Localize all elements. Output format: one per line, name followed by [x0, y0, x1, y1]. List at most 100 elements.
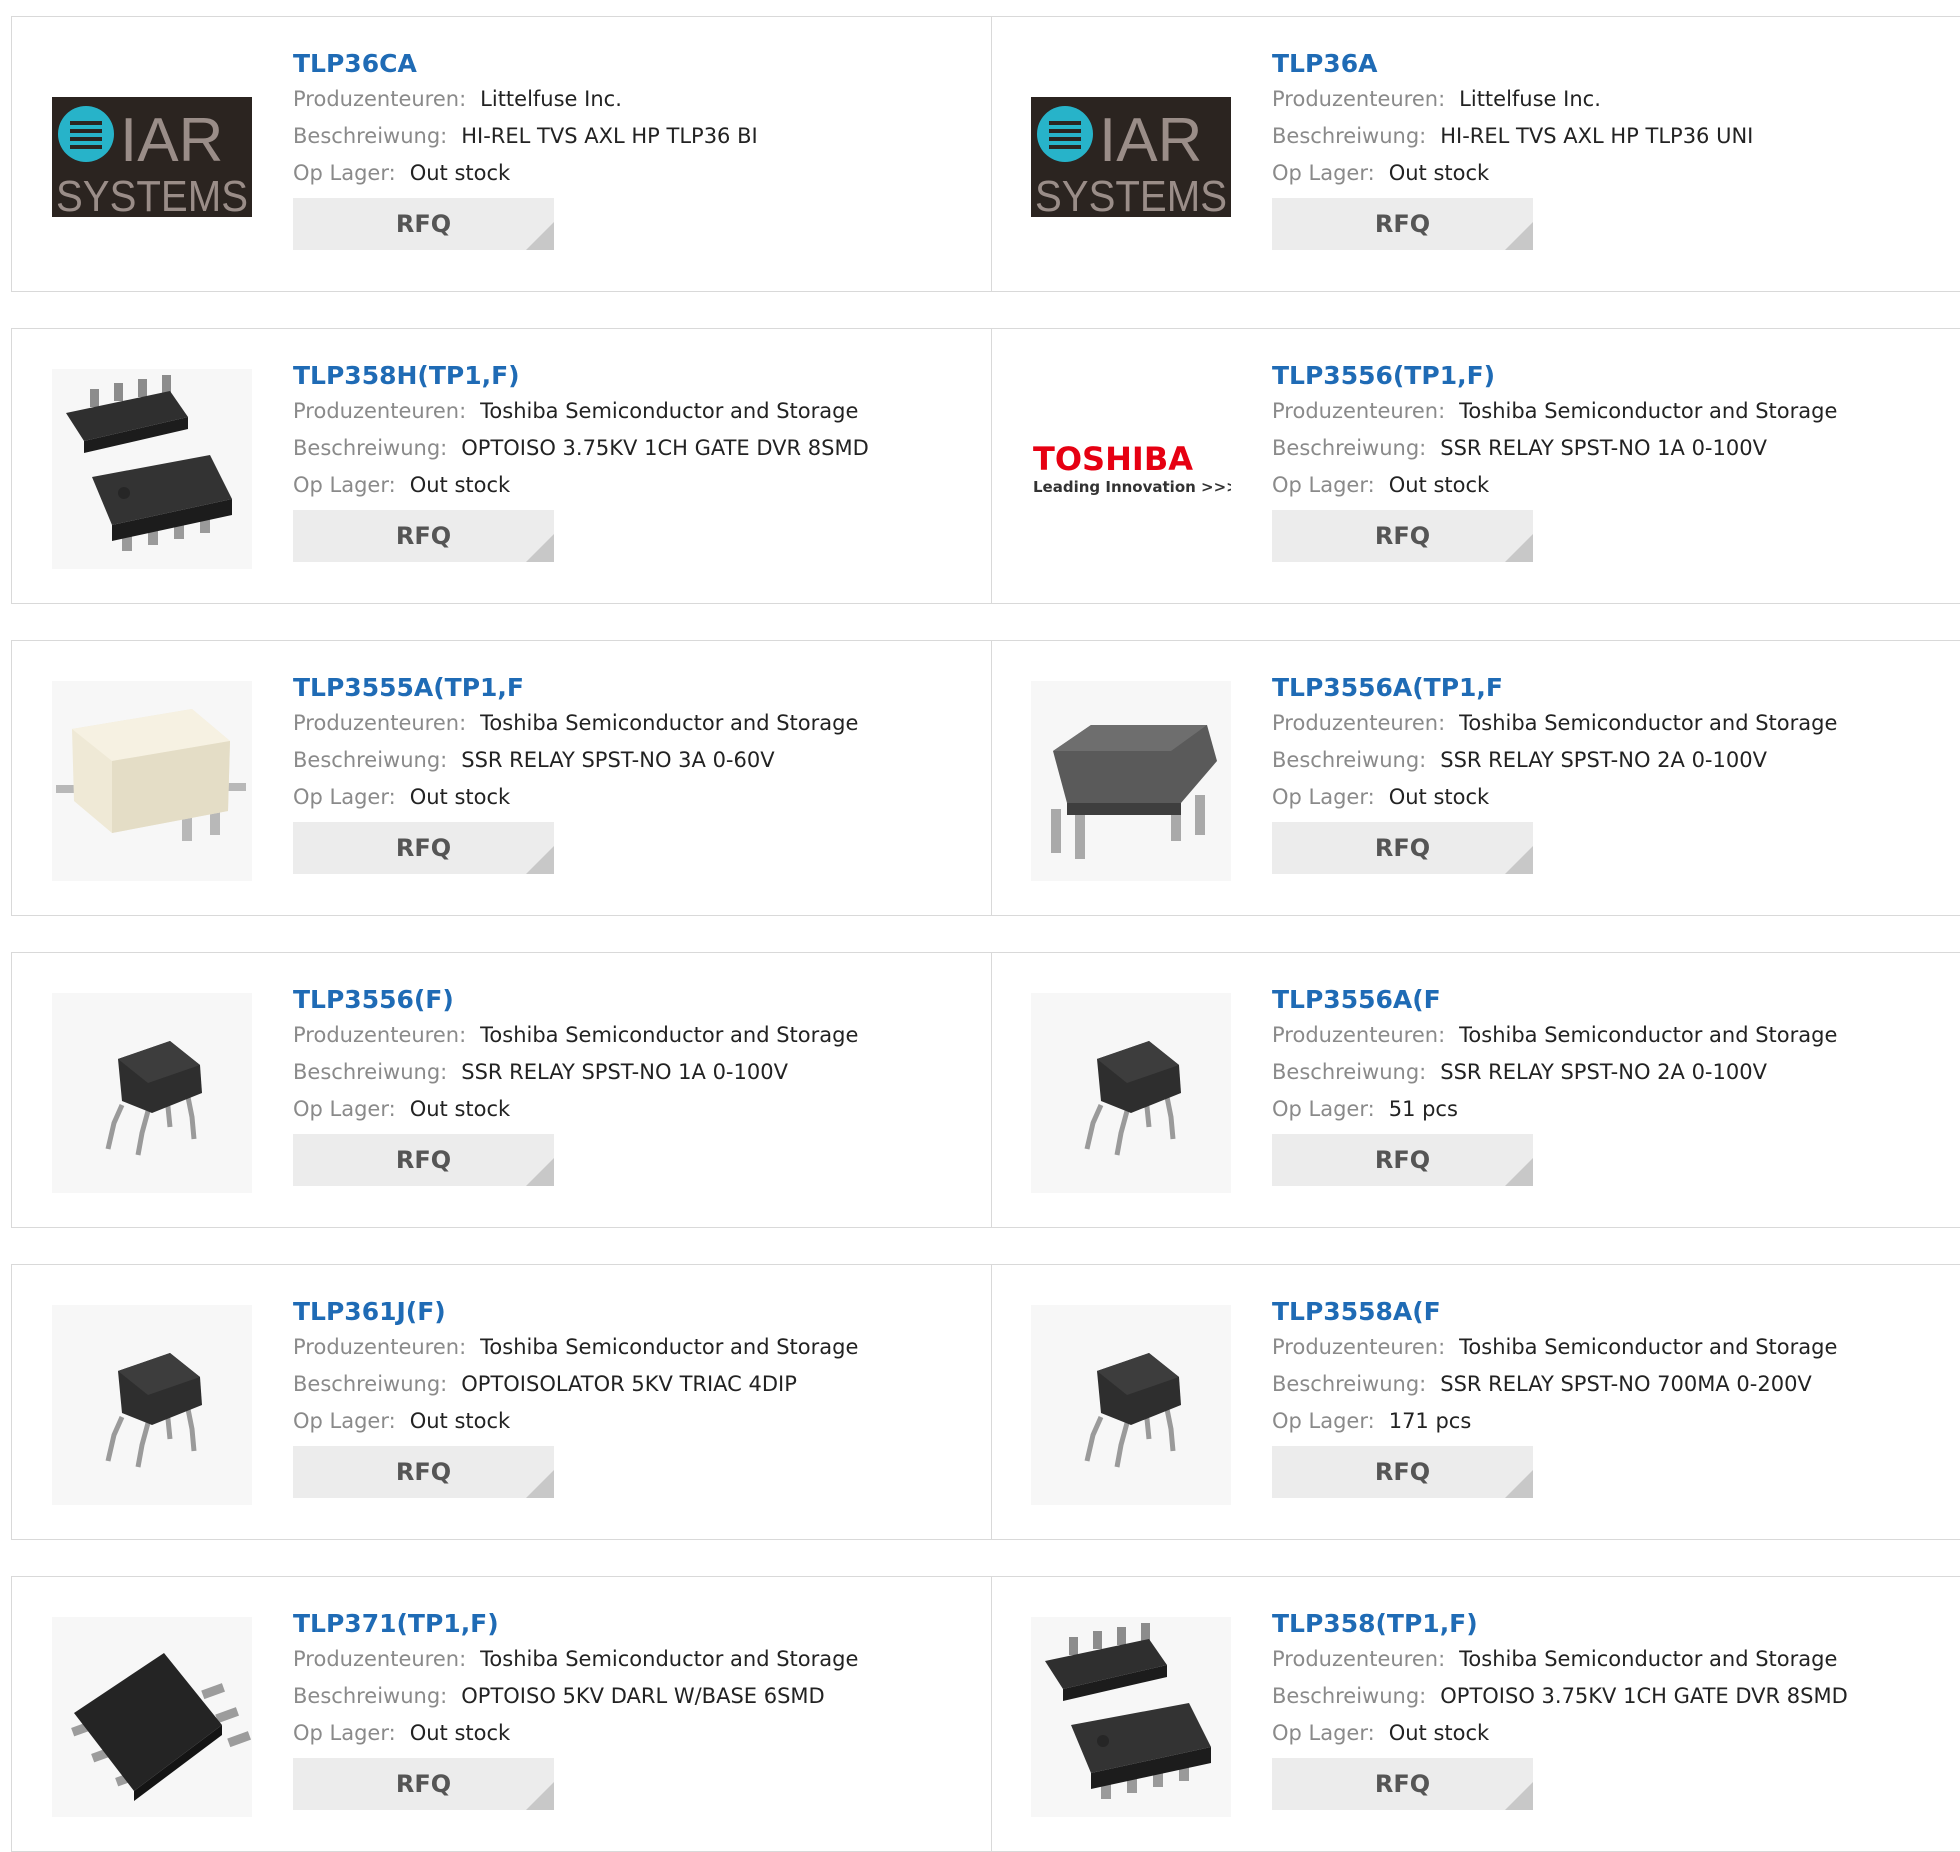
product-image[interactable] [52, 1617, 252, 1817]
product-info: TLP3556A(TP1,F Produzenteuren: Toshiba Se… [1272, 671, 1837, 874]
stock-line: Op Lager: Out stock [1272, 779, 1837, 816]
stock-value: 171 pcs [1388, 1409, 1472, 1433]
rfq-label: RFQ [1374, 1458, 1431, 1486]
corner-triangle-icon [1505, 846, 1533, 874]
logo-word-systems: SYSTEMS [56, 172, 248, 217]
description-value: OPTOISO 3.75KV 1CH GATE DVR 8SMD [461, 436, 869, 460]
stock-value: Out stock [1388, 473, 1490, 497]
product-info: TLP371(TP1,F) Produzenteuren: Toshiba Sem… [293, 1607, 858, 1810]
product-card: TLP3558A(F Produzenteuren: Toshiba Semico… [991, 1265, 1960, 1539]
description-value: SSR RELAY SPST-NO 1A 0-100V [1440, 436, 1767, 460]
stock-label: Op Lager: [1272, 1097, 1375, 1121]
manufacturer-label: Produzenteuren: [1272, 711, 1446, 735]
rfq-button[interactable]: RFQ [1272, 1134, 1533, 1186]
rfq-button[interactable]: RFQ [1272, 1446, 1533, 1498]
manufacturer-label: Produzenteuren: [293, 87, 467, 111]
product-card: TOSHIBA Leading Innovation >>> TLP3556(T… [991, 329, 1960, 603]
logo-word-iar: IAR [1099, 106, 1202, 175]
rfq-button[interactable]: RFQ [1272, 510, 1533, 562]
part-number-link[interactable]: TLP3556A(TP1,F [1272, 671, 1837, 705]
description-label: Beschreiwung: [293, 748, 448, 772]
product-image[interactable] [52, 1305, 252, 1505]
rfq-label: RFQ [395, 1146, 452, 1174]
description-line: Beschreiwung: OPTOISO 5KV DARL W/BASE 6SM… [293, 1678, 858, 1715]
rfq-label: RFQ [1374, 834, 1431, 862]
product-image[interactable] [1031, 1617, 1231, 1817]
product-grid: IAR SYSTEMS TLP36CA Produzenteuren: Litte… [0, 0, 1960, 1852]
stock-line: Op Lager: Out stock [293, 1403, 858, 1440]
product-row: TLP3555A(TP1,F Produzenteuren: Toshiba Se… [11, 640, 1960, 916]
product-info: TLP361J(F) Produzenteuren: Toshiba Semico… [293, 1295, 858, 1498]
product-info: TLP3556(F) Produzenteuren: Toshiba Semico… [293, 983, 858, 1186]
rfq-button[interactable]: RFQ [293, 1446, 554, 1498]
rfq-button[interactable]: RFQ [293, 198, 554, 250]
rfq-button[interactable]: RFQ [293, 822, 554, 874]
product-image[interactable] [52, 681, 252, 881]
rfq-button[interactable]: RFQ [1272, 1758, 1533, 1810]
stock-line: Op Lager: Out stock [1272, 1715, 1848, 1752]
manufacturer-value: Toshiba Semiconductor and Storage [1459, 1647, 1838, 1671]
rfq-button[interactable]: RFQ [293, 510, 554, 562]
description-value: OPTOISOLATOR 5KV TRIAC 4DIP [461, 1372, 797, 1396]
corner-triangle-icon [1505, 1470, 1533, 1498]
description-label: Beschreiwung: [293, 1060, 448, 1084]
logo-tagline: Leading Innovation >>> [1033, 478, 1231, 496]
description-label: Beschreiwung: [1272, 436, 1427, 460]
manufacturer-line: Produzenteuren: Toshiba Semiconductor and… [293, 705, 858, 742]
stock-value: Out stock [1388, 785, 1490, 809]
stock-label: Op Lager: [1272, 785, 1375, 809]
rfq-button[interactable]: RFQ [293, 1134, 554, 1186]
stock-value: Out stock [409, 785, 511, 809]
product-image[interactable]: TOSHIBA Leading Innovation >>> [1031, 369, 1231, 569]
part-number-link[interactable]: TLP36A [1272, 47, 1753, 81]
rfq-label: RFQ [395, 834, 452, 862]
product-row: TLP3556(F) Produzenteuren: Toshiba Semico… [11, 952, 1960, 1228]
description-line: Beschreiwung: SSR RELAY SPST-NO 1A 0-100V [1272, 430, 1837, 467]
corner-triangle-icon [526, 534, 554, 562]
part-number-link[interactable]: TLP36CA [293, 47, 758, 81]
manufacturer-label: Produzenteuren: [293, 711, 467, 735]
manufacturer-value: Toshiba Semiconductor and Storage [1459, 1023, 1838, 1047]
logo-word-systems: SYSTEMS [1035, 172, 1227, 217]
manufacturer-line: Produzenteuren: Toshiba Semiconductor and… [1272, 705, 1837, 742]
part-number-link[interactable]: TLP358(TP1,F) [1272, 1607, 1848, 1641]
corner-triangle-icon [1505, 534, 1533, 562]
description-line: Beschreiwung: SSR RELAY SPST-NO 2A 0-100V [1272, 742, 1837, 779]
part-number-link[interactable]: TLP3556A(F [1272, 983, 1837, 1017]
description-value: SSR RELAY SPST-NO 2A 0-100V [1440, 748, 1767, 772]
stock-value: Out stock [409, 1721, 511, 1745]
stock-line: Op Lager: Out stock [293, 155, 758, 192]
rfq-button[interactable]: RFQ [1272, 198, 1533, 250]
product-image[interactable] [1031, 681, 1231, 881]
manufacturer-value: Littelfuse Inc. [480, 87, 622, 111]
description-label: Beschreiwung: [1272, 1372, 1427, 1396]
description-label: Beschreiwung: [293, 124, 448, 148]
description-value: OPTOISO 5KV DARL W/BASE 6SMD [461, 1684, 825, 1708]
product-image[interactable] [1031, 993, 1231, 1193]
part-number-link[interactable]: TLP361J(F) [293, 1295, 858, 1329]
manufacturer-line: Produzenteuren: Toshiba Semiconductor and… [293, 1329, 858, 1366]
part-number-link[interactable]: TLP3556(TP1,F) [1272, 359, 1837, 393]
part-number-link[interactable]: TLP3556(F) [293, 983, 858, 1017]
product-row: TLP358H(TP1,F) Produzenteuren: Toshiba Se… [11, 328, 1960, 604]
product-row: TLP361J(F) Produzenteuren: Toshiba Semico… [11, 1264, 1960, 1540]
stock-line: Op Lager: Out stock [293, 467, 869, 504]
description-label: Beschreiwung: [293, 436, 448, 460]
part-number-link[interactable]: TLP3555A(TP1,F [293, 671, 858, 705]
part-number-link[interactable]: TLP358H(TP1,F) [293, 359, 869, 393]
product-image[interactable] [52, 369, 252, 569]
part-number-link[interactable]: TLP371(TP1,F) [293, 1607, 858, 1641]
manufacturer-label: Produzenteuren: [293, 1023, 467, 1047]
product-image[interactable] [1031, 1305, 1231, 1505]
manufacturer-label: Produzenteuren: [293, 399, 467, 423]
product-image[interactable]: IAR SYSTEMS [52, 57, 252, 257]
description-label: Beschreiwung: [293, 1684, 448, 1708]
product-image[interactable] [52, 993, 252, 1193]
product-image[interactable]: IAR SYSTEMS [1031, 57, 1231, 257]
product-card: TLP3556A(TP1,F Produzenteuren: Toshiba Se… [991, 641, 1960, 915]
part-number-link[interactable]: TLP3558A(F [1272, 1295, 1837, 1329]
manufacturer-value: Toshiba Semiconductor and Storage [480, 1023, 859, 1047]
rfq-button[interactable]: RFQ [1272, 822, 1533, 874]
corner-triangle-icon [526, 222, 554, 250]
rfq-button[interactable]: RFQ [293, 1758, 554, 1810]
